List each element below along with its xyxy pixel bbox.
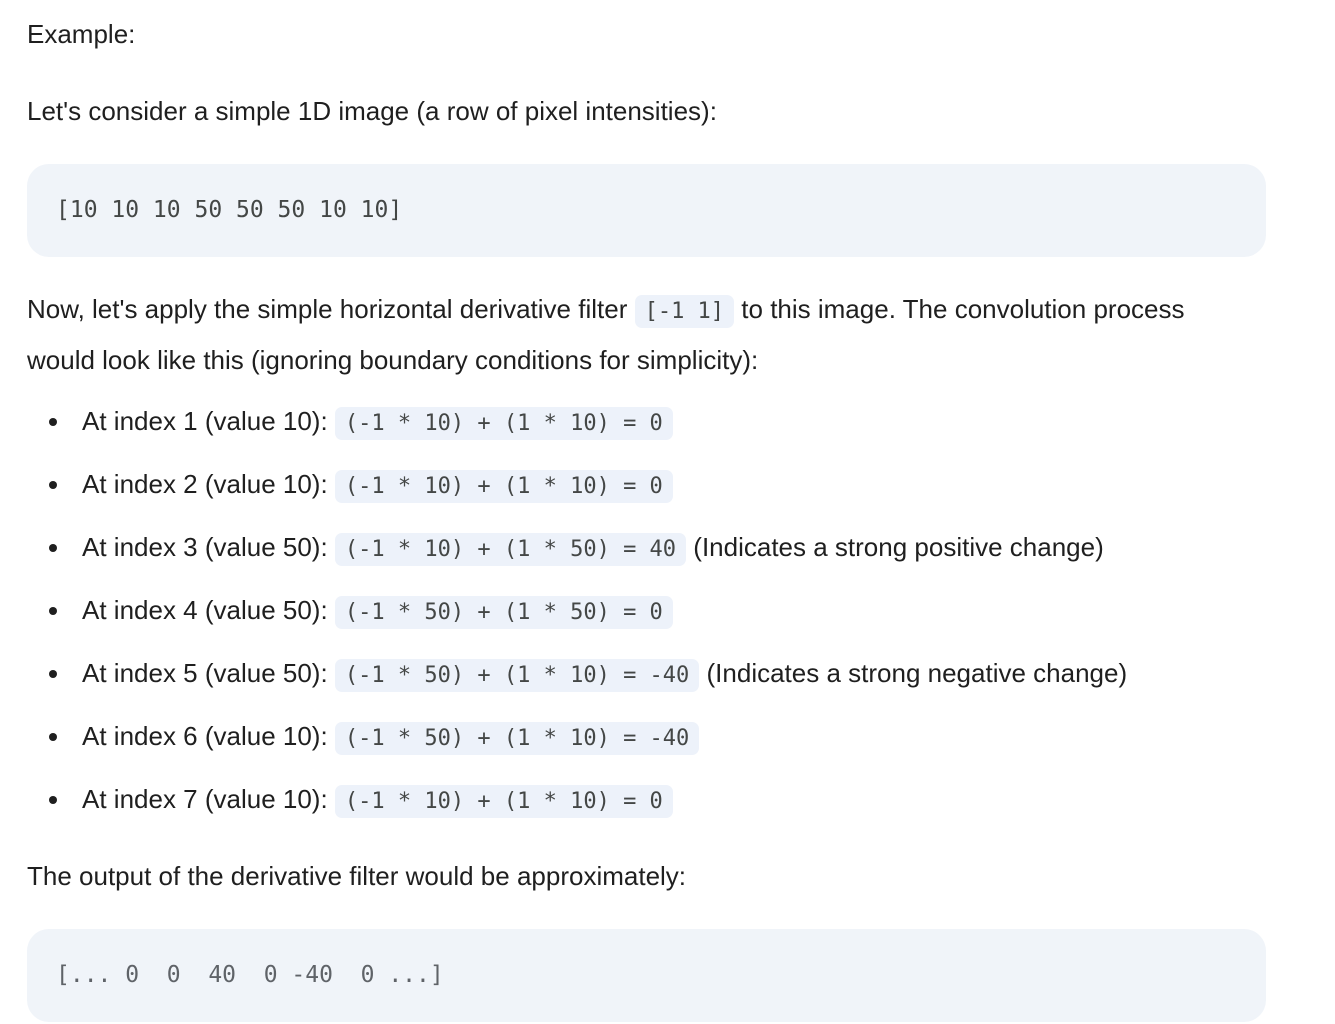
step-code: (-1 * 10) + (1 * 10) = 0 (334, 407, 673, 440)
convolution-steps-list: At index 1 (value 10): (-1 * 10) + (1 * … (27, 390, 1127, 831)
step-code: (-1 * 10) + (1 * 10) = 0 (334, 470, 673, 503)
output-code-block[interactable]: [... 0 0 40 0 -40 0 ...] (27, 929, 1266, 1022)
list-item: At index 7 (value 10): (-1 * 10) + (1 * … (27, 768, 1127, 831)
list-item: At index 2 (value 10): (-1 * 10) + (1 * … (27, 453, 1127, 516)
filter-paragraph: Now, let's apply the simple horizontal d… (27, 285, 1247, 385)
step-code: (-1 * 50) + (1 * 50) = 0 (334, 596, 673, 629)
step-label: At index 4 (value 50): (82, 595, 335, 625)
bullet-dot (49, 670, 57, 678)
list-item: At index 3 (value 50): (-1 * 10) + (1 * … (27, 516, 1127, 579)
step-label: At index 2 (value 10): (82, 469, 335, 499)
list-item: At index 4 (value 50): (-1 * 50) + (1 * … (27, 579, 1127, 642)
bullet-dot (49, 796, 57, 804)
list-item: At index 5 (value 50): (-1 * 50) + (1 * … (27, 642, 1127, 705)
intro-paragraph: Let's consider a simple 1D image (a row … (27, 96, 717, 126)
output-paragraph: The output of the derivative filter woul… (27, 861, 687, 891)
step-code: (-1 * 50) + (1 * 10) = -40 (334, 659, 700, 692)
bullet-dot (49, 607, 57, 615)
example-heading: Example: (27, 19, 136, 49)
bullet-dot (49, 733, 57, 741)
step-label: At index 3 (value 50): (82, 532, 335, 562)
bullet-dot (49, 418, 57, 426)
bullet-dot (49, 481, 57, 489)
bullet-dot (49, 544, 57, 552)
step-code: (-1 * 50) + (1 * 10) = -40 (334, 722, 700, 755)
filter-inline-code: [-1 1] (634, 295, 735, 328)
step-label: At index 5 (value 50): (82, 658, 335, 688)
step-label: At index 7 (value 10): (82, 784, 335, 814)
image-code-block[interactable]: [10 10 10 50 50 50 10 10] (27, 164, 1266, 257)
step-note: (Indicates a strong positive change) (686, 532, 1104, 562)
step-note: (Indicates a strong negative change) (699, 658, 1128, 688)
filter-text-before: Now, let's apply the simple horizontal d… (27, 294, 635, 324)
step-code: (-1 * 10) + (1 * 50) = 40 (334, 533, 687, 566)
list-item: At index 1 (value 10): (-1 * 10) + (1 * … (27, 390, 1127, 453)
step-label: At index 1 (value 10): (82, 406, 335, 436)
list-item: At index 6 (value 10): (-1 * 50) + (1 * … (27, 705, 1127, 768)
step-code: (-1 * 10) + (1 * 10) = 0 (334, 785, 673, 818)
step-label: At index 6 (value 10): (82, 721, 335, 751)
